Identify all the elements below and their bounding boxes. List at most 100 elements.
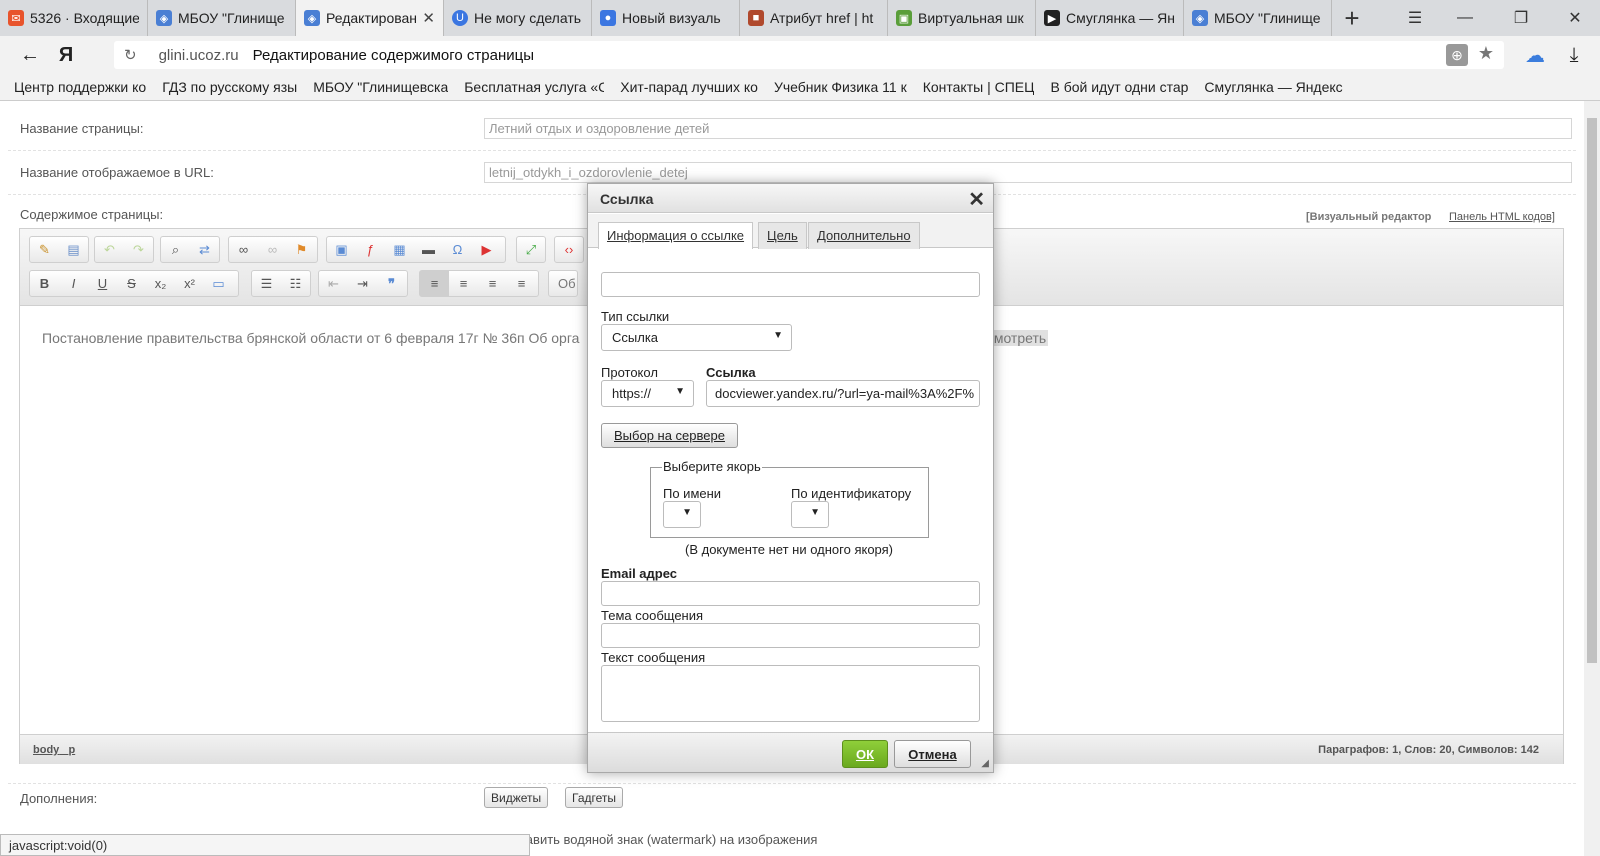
bookmark-item[interactable]: МБОУ "Глинищевска xyxy=(313,79,448,95)
tab-link-info[interactable]: Информация о ссылке xyxy=(598,222,754,249)
bookmark-item[interactable]: Центр поддержки ко xyxy=(14,79,146,95)
email-input[interactable] xyxy=(601,581,980,606)
dialog-footer: ОК Отмена ◢ xyxy=(588,732,993,772)
find-icon[interactable]: ⌕ xyxy=(161,237,190,262)
gadgets-button[interactable]: Гадгеты xyxy=(565,787,624,808)
browser-tab[interactable]: ◈ МБОУ "Глинище xyxy=(1184,0,1332,36)
minimize-icon[interactable]: — xyxy=(1440,0,1490,36)
scrollbar-thumb[interactable] xyxy=(1587,118,1597,663)
dropdown-arrow-icon: ▼ xyxy=(773,330,783,341)
anchor-fieldset: Выберите якорь По имени По идентификатор… xyxy=(650,459,929,538)
browser-tab[interactable]: U Не могу сделать xyxy=(444,0,592,36)
replace-icon[interactable]: ⇄ xyxy=(190,237,219,262)
align-left-icon[interactable]: ≡ xyxy=(420,271,449,296)
anchor-id-select[interactable]: ▼ xyxy=(791,501,829,528)
subject-input[interactable] xyxy=(601,623,980,648)
link-icon[interactable]: ∞ xyxy=(229,237,258,262)
cloud-icon[interactable]: ☁ xyxy=(1517,37,1553,73)
yandex-logo-icon[interactable]: Я xyxy=(48,37,84,73)
remove-format-icon[interactable]: ▭ xyxy=(204,271,233,296)
star-icon[interactable]: ★ xyxy=(1478,43,1494,64)
indent-icon[interactable]: ⇥ xyxy=(348,271,377,296)
bookmark-item[interactable]: Учебник Физика 11 к xyxy=(774,79,907,95)
blockquote-icon[interactable]: ❞ xyxy=(377,271,406,296)
protocol-select[interactable]: https://▼ xyxy=(601,380,694,407)
download-icon[interactable]: ⤓ xyxy=(1556,37,1592,73)
close-window-icon[interactable]: ✕ xyxy=(1550,0,1600,36)
table-icon[interactable]: ▦ xyxy=(385,237,414,262)
strike-icon[interactable]: S xyxy=(117,271,146,296)
horizontal-line-icon[interactable]: ▬ xyxy=(414,237,443,262)
anchor-flag-icon[interactable]: ⚑ xyxy=(287,237,316,262)
cancel-button[interactable]: Отмена xyxy=(894,740,971,768)
bookmarks-bar: Центр поддержки ко ГДЗ по русскому язы М… xyxy=(0,74,1600,101)
toolbar-group: ∞ ∞ ⚑ xyxy=(228,236,318,263)
resize-grip-icon[interactable]: ◢ xyxy=(981,758,989,769)
browser-tab-active[interactable]: ◈ Редактирован ✕ xyxy=(296,0,444,36)
unlink-icon[interactable]: ∞ xyxy=(258,237,287,262)
url-name-label: Название отображаемое в URL: xyxy=(20,165,214,180)
message-textarea[interactable] xyxy=(601,665,980,722)
maximize-icon[interactable]: ⤢ xyxy=(517,237,545,262)
subscript-icon[interactable]: x₂ xyxy=(146,271,175,296)
align-center-icon[interactable]: ≡ xyxy=(449,271,478,296)
back-arrow-icon[interactable]: ← xyxy=(12,37,48,73)
redo-icon[interactable]: ↷ xyxy=(124,237,153,262)
url-name-input[interactable]: letnij_otdykh_i_ozdorovlenie_detej xyxy=(484,162,1572,183)
browser-tab[interactable]: ◈ МБОУ "Глинище xyxy=(148,0,296,36)
browse-server-button[interactable]: Выбор на сервере xyxy=(601,423,738,448)
url-input[interactable]: docviewer.yandex.ru/?url=ya-mail%3A%2F% xyxy=(706,380,980,407)
menu-icon[interactable]: ☰ xyxy=(1390,0,1440,36)
align-justify-icon[interactable]: ≡ xyxy=(507,271,536,296)
html-panel-link[interactable]: Панель HTML кодов] xyxy=(1449,211,1555,223)
restore-icon[interactable]: ❐ xyxy=(1496,0,1546,36)
browser-tab[interactable]: ▶ Смуглянка — Ян xyxy=(1036,0,1184,36)
youtube-icon[interactable]: ▶ xyxy=(472,237,501,262)
flash-icon[interactable]: ƒ xyxy=(356,237,385,262)
italic-icon[interactable]: I xyxy=(59,271,88,296)
display-text-input[interactable] xyxy=(601,272,980,297)
toolbar-group: ☰ ☷ xyxy=(251,270,311,297)
toolbar-group: ‹› xyxy=(554,236,584,263)
bookmark-item[interactable]: Хит-парад лучших ко xyxy=(620,79,758,95)
widgets-button[interactable]: Виджеты xyxy=(484,787,549,808)
superscript-icon[interactable]: x² xyxy=(175,271,204,296)
email-label: Email адрес xyxy=(601,566,678,581)
bookmark-item[interactable]: ГДЗ по русскому язы xyxy=(162,79,297,95)
link-type-select[interactable]: Ссылка ▼ xyxy=(601,324,792,351)
tab-target[interactable]: Цель xyxy=(758,222,807,249)
bookmark-item[interactable]: В бой идут одни стар xyxy=(1050,79,1188,95)
edit-icon[interactable]: ✎ xyxy=(30,237,59,262)
watermark-option: тавить водяной знак (watermark) на изобр… xyxy=(520,832,818,847)
undo-icon[interactable]: ↶ xyxy=(95,237,124,262)
browser-tab[interactable]: ▣ Виртуальная шк xyxy=(888,0,1036,36)
anchor-name-select[interactable]: ▼ xyxy=(663,501,701,528)
bookmark-item[interactable]: Смуглянка — Яндекс xyxy=(1204,79,1342,95)
image-icon[interactable]: ▣ xyxy=(327,237,356,262)
visual-editor-link[interactable]: [Визуальный редактор xyxy=(1306,211,1431,223)
reload-icon[interactable]: ↻ xyxy=(124,46,137,64)
bookmark-item[interactable]: Бесплатная услуга «С xyxy=(464,79,604,95)
new-tab-icon[interactable]: + xyxy=(1332,0,1372,36)
close-tab-icon[interactable]: ✕ xyxy=(422,9,435,27)
browser-tab[interactable]: ✉ 5326 · Входящие xyxy=(0,0,148,36)
url-field[interactable]: ↻ glini.ucoz.ru Редактирование содержимо… xyxy=(114,41,1504,69)
outdent-icon[interactable]: ⇤ xyxy=(319,271,348,296)
globe-icon[interactable]: ⊕ xyxy=(1446,44,1468,66)
ok-button[interactable]: ОК xyxy=(842,740,888,768)
format-select[interactable]: Об xyxy=(548,270,578,297)
close-icon[interactable]: ✕ xyxy=(968,187,985,212)
tab-advanced[interactable]: Дополнительно xyxy=(808,222,920,249)
bulleted-list-icon[interactable]: ☷ xyxy=(281,271,310,296)
special-char-icon[interactable]: Ω xyxy=(443,237,472,262)
page-name-input[interactable]: Летний отдых и оздоровление детей xyxy=(484,118,1572,139)
browser-tab[interactable]: ■ Атрибут href | ht xyxy=(740,0,888,36)
underline-icon[interactable]: U xyxy=(88,271,117,296)
numbered-list-icon[interactable]: ☰ xyxy=(252,271,281,296)
align-right-icon[interactable]: ≡ xyxy=(478,271,507,296)
source-code-icon[interactable]: ‹› xyxy=(555,237,583,262)
bold-icon[interactable]: B xyxy=(30,271,59,296)
template-icon[interactable]: ▤ xyxy=(59,237,88,262)
bookmark-item[interactable]: Контакты | СПЕЦ xyxy=(923,79,1035,95)
browser-tab[interactable]: ● Новый визуаль xyxy=(592,0,740,36)
